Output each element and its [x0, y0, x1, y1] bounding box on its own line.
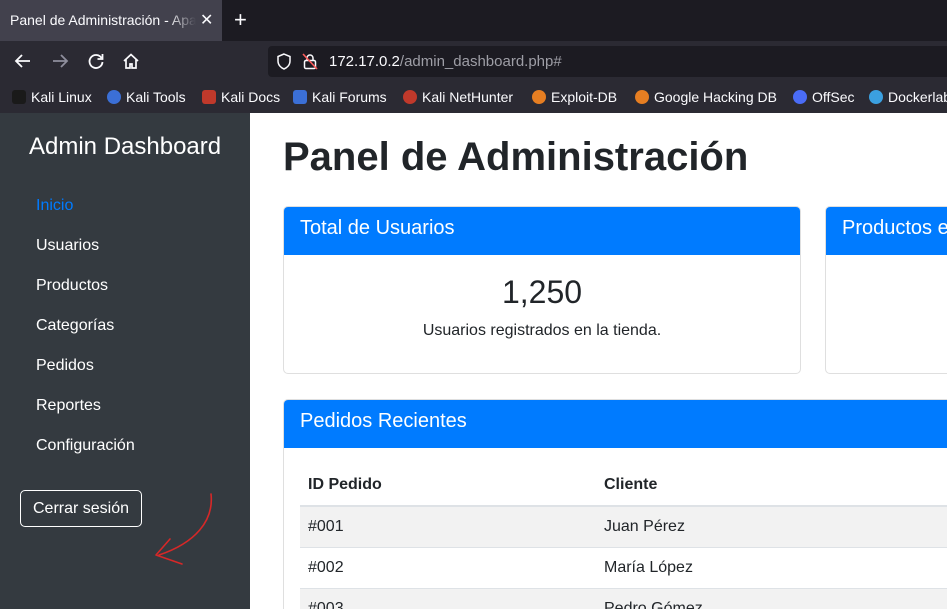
bookmark-dockerlabs[interactable]: Dockerlabs [869, 89, 947, 105]
main-content: Panel de Administración Total de Usuario… [250, 113, 947, 609]
sidebar-item-reportes[interactable]: Reportes [36, 397, 101, 415]
card-header: Pedidos Recientes [284, 400, 947, 448]
order-client: María López [596, 546, 947, 588]
sidebar-item-usuarios[interactable]: Usuarios [36, 237, 99, 255]
browser-tab[interactable]: Panel de Administración - Apache ✕ [0, 0, 222, 41]
sidebar-item-categorias[interactable]: Categorías [36, 317, 114, 335]
bookmarks-bar: Kali Linux Kali Tools Kali Docs Kali For… [0, 82, 947, 113]
table-row: #003 Pedro Gómez [300, 587, 947, 609]
sidebar-item-pedidos[interactable]: Pedidos [36, 357, 94, 375]
ghdb-icon [635, 90, 649, 104]
kali-forums-icon [293, 90, 307, 104]
kali-dragon-icon [12, 90, 26, 104]
bookmark-kali-linux[interactable]: Kali Linux [12, 89, 92, 105]
sidebar-item-inicio[interactable]: Inicio [36, 197, 73, 215]
column-header: Cliente [596, 465, 947, 507]
bookmark-exploit-db[interactable]: Exploit-DB [532, 89, 617, 105]
sidebar: Admin Dashboard Inicio Usuarios Producto… [0, 113, 250, 609]
insecure-lock-icon[interactable] [302, 53, 318, 75]
bookmark-kali-tools[interactable]: Kali Tools [107, 89, 186, 105]
table-row: #002 María López [300, 546, 947, 588]
bookmark-label: Kali Forums [312, 89, 387, 105]
shield-icon[interactable] [276, 53, 292, 75]
offsec-icon [793, 90, 807, 104]
browser-window: Panel de Administración - Apache ✕ + 172… [0, 0, 947, 609]
bookmark-kali-docs[interactable]: Kali Docs [202, 89, 280, 105]
table-header-row: ID Pedido Cliente [300, 465, 947, 507]
products-card: Productos en Stock [825, 206, 947, 374]
bookmark-label: Google Hacking DB [654, 89, 777, 105]
kali-tools-icon [107, 90, 121, 104]
back-icon[interactable] [14, 52, 32, 75]
sidebar-item-productos[interactable]: Productos [36, 277, 108, 295]
order-id: #003 [300, 587, 596, 609]
bookmark-google-hacking-db[interactable]: Google Hacking DB [635, 89, 777, 105]
bookmark-offsec[interactable]: OffSec [793, 89, 855, 105]
bookmark-kali-forums[interactable]: Kali Forums [293, 89, 387, 105]
reload-icon[interactable] [87, 52, 105, 75]
url-path: /admin_dashboard.php# [399, 53, 562, 70]
table-row: #001 Juan Pérez [300, 505, 947, 547]
url-bar[interactable]: 172.17.0.2/admin_dashboard.php# [268, 46, 947, 77]
page-title: Panel de Administración [283, 135, 749, 179]
sidebar-item-configuracion[interactable]: Configuración [36, 437, 135, 455]
order-id: #001 [300, 505, 596, 547]
bookmark-label: Exploit-DB [551, 89, 618, 105]
annotation-arrow-icon [155, 493, 213, 565]
order-client: Pedro Gómez [596, 587, 947, 609]
tab-bar: Panel de Administración - Apache ✕ + [0, 0, 947, 41]
forward-icon[interactable] [51, 52, 69, 75]
order-client: Juan Pérez [596, 505, 947, 547]
kali-docs-icon [202, 90, 216, 104]
close-tab-icon[interactable]: ✕ [200, 10, 213, 30]
bookmark-label: Kali Tools [126, 89, 186, 105]
exploit-db-icon [532, 90, 546, 104]
bookmark-label: Kali Linux [31, 89, 92, 105]
card-caption: Usuarios registrados en la tienda. [422, 322, 662, 339]
tab-title: Panel de Administración - Apache [10, 12, 196, 28]
url-host: 172.17.0.2 [329, 53, 400, 70]
bookmark-label: Kali NetHunter [422, 89, 514, 105]
logout-button[interactable]: Cerrar sesión [20, 490, 142, 527]
bookmark-label: Kali Docs [221, 89, 281, 105]
recent-orders-card: Pedidos Recientes ID Pedido Cliente #001… [283, 399, 947, 609]
card-header: Total de Usuarios [284, 207, 800, 255]
card-value: 1,250 [501, 274, 583, 310]
home-icon[interactable] [122, 52, 140, 75]
bookmark-kali-nethunter[interactable]: Kali NetHunter [403, 89, 513, 105]
bookmark-label: OffSec [812, 89, 855, 105]
card-header: Productos en Stock [826, 207, 947, 255]
users-card: Total de Usuarios 1,250 Usuarios registr… [283, 206, 801, 374]
nethunter-icon [403, 90, 417, 104]
orders-table: ID Pedido Cliente #001 Juan Pérez #002 M… [300, 465, 947, 609]
navigation-bar: 172.17.0.2/admin_dashboard.php# [0, 41, 947, 82]
dockerlabs-icon [869, 90, 883, 104]
order-id: #002 [300, 546, 596, 588]
new-tab-icon[interactable]: + [234, 7, 247, 33]
sidebar-brand: Admin Dashboard [29, 133, 222, 160]
url-text: 172.17.0.2/admin_dashboard.php# [329, 53, 562, 70]
column-header: ID Pedido [300, 465, 596, 507]
bookmark-label: Dockerlabs [888, 89, 947, 105]
